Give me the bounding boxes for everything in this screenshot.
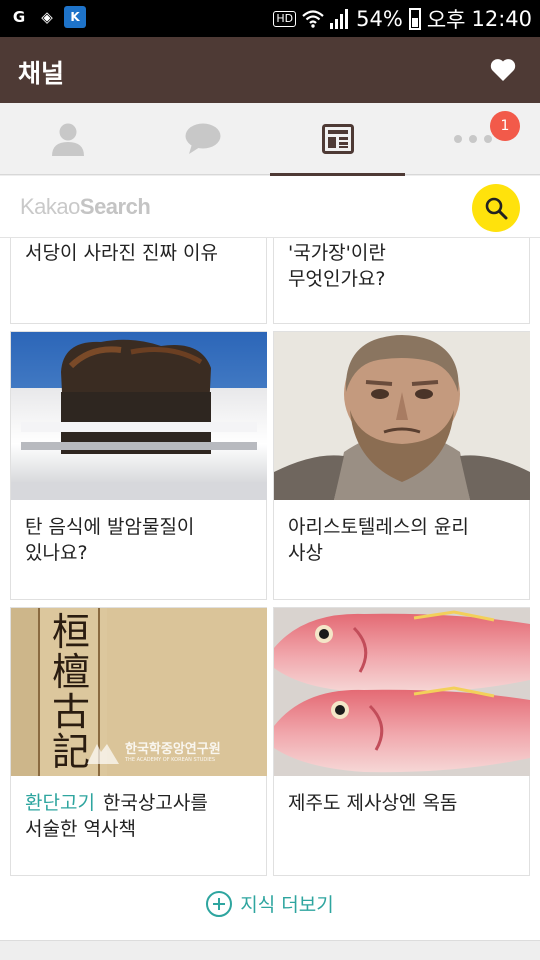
- search-button[interactable]: [472, 184, 520, 232]
- okdom-fish-image: [274, 608, 530, 776]
- more-knowledge-label: 지식 더보기: [240, 894, 334, 916]
- wifi-icon: [302, 10, 324, 28]
- article-card[interactable]: 탄 음식에 발암물질이 있나요?: [10, 331, 267, 600]
- page-title: 채널: [18, 59, 65, 88]
- aks-logo-icon: [87, 744, 119, 764]
- tab-friends[interactable]: [0, 103, 135, 175]
- more-icon: [453, 135, 492, 143]
- notification-badge: 1: [490, 111, 520, 141]
- article-title: 환단고기 한국상고사를 서술한 역사책: [25, 792, 208, 840]
- status-app-icons: G ◈ K: [8, 6, 86, 28]
- article-card[interactable]: '국가장'이란 무엇인가요?: [273, 238, 530, 324]
- article-card[interactable]: 桓 檀 古 記 한국학중앙연구원 THE ACADEMY OF KOREAN S…: [10, 607, 267, 876]
- channel-icon: [321, 124, 354, 154]
- bottom-strip: [0, 940, 540, 960]
- article-title: 제주도 제사상엔 옥돔: [288, 792, 458, 814]
- friends-icon: [51, 123, 84, 156]
- article-title: 서당이 사라진 진짜 이유: [25, 242, 218, 264]
- article-card[interactable]: 아리스토텔레스의 윤리 사상: [273, 331, 530, 600]
- search-icon: [485, 197, 508, 220]
- tab-channel[interactable]: [270, 103, 405, 176]
- burnt-toast-image: [11, 332, 267, 500]
- article-card[interactable]: 서당이 사라진 진짜 이유: [10, 238, 267, 324]
- app-notification-icon: G: [12, 8, 26, 26]
- status-indicators: HD 54% 오후 12:40: [273, 4, 532, 34]
- article-tag[interactable]: 환단고기: [25, 792, 95, 814]
- title-bar: 채널: [0, 37, 540, 103]
- search-bar[interactable]: KakaoSearch: [0, 176, 540, 238]
- tab-chats[interactable]: [135, 103, 270, 175]
- tab-bar: 1: [0, 103, 540, 176]
- battery-icon: [408, 8, 421, 30]
- channel-feed: 서당이 사라진 진짜 이유 '국가장'이란 무엇인가요? 탄 음식에 발암물질이…: [0, 238, 540, 940]
- time-ampm: 오후: [426, 8, 466, 32]
- article-card[interactable]: 제주도 제사상엔 옥돔: [273, 607, 530, 876]
- signal-icon: [330, 9, 349, 29]
- hwandan-gogi-book-image: 桓 檀 古 記 한국학중앙연구원 THE ACADEMY OF KOREAN S…: [11, 608, 267, 776]
- article-title: 아리스토텔레스의 윤리 사상: [288, 516, 469, 564]
- aristotle-bust-image: [274, 332, 530, 500]
- aks-watermark: 한국학중앙연구원 THE ACADEMY OF KOREAN STUDIES: [85, 740, 221, 766]
- usb-debug-icon: ◈: [41, 8, 53, 26]
- plus-circle-icon: [206, 890, 233, 917]
- favorite-heart-icon[interactable]: [490, 58, 516, 82]
- battery-percent: 54%: [356, 7, 403, 31]
- status-bar: G ◈ K HD 54% 오후 12:40: [0, 0, 540, 37]
- hd-voice-icon: HD: [273, 11, 297, 27]
- clock: 12:40: [471, 7, 532, 31]
- tab-more[interactable]: 1: [405, 103, 540, 175]
- article-title: '국가장'이란 무엇인가요?: [288, 242, 386, 290]
- more-knowledge-button[interactable]: 지식 더보기: [0, 890, 540, 917]
- kakao-search-logo: KakaoSearch: [20, 194, 151, 219]
- article-title: 탄 음식에 발암물질이 있나요?: [25, 516, 195, 564]
- chat-icon: [185, 123, 220, 154]
- kakao-notification-icon: K: [64, 6, 86, 28]
